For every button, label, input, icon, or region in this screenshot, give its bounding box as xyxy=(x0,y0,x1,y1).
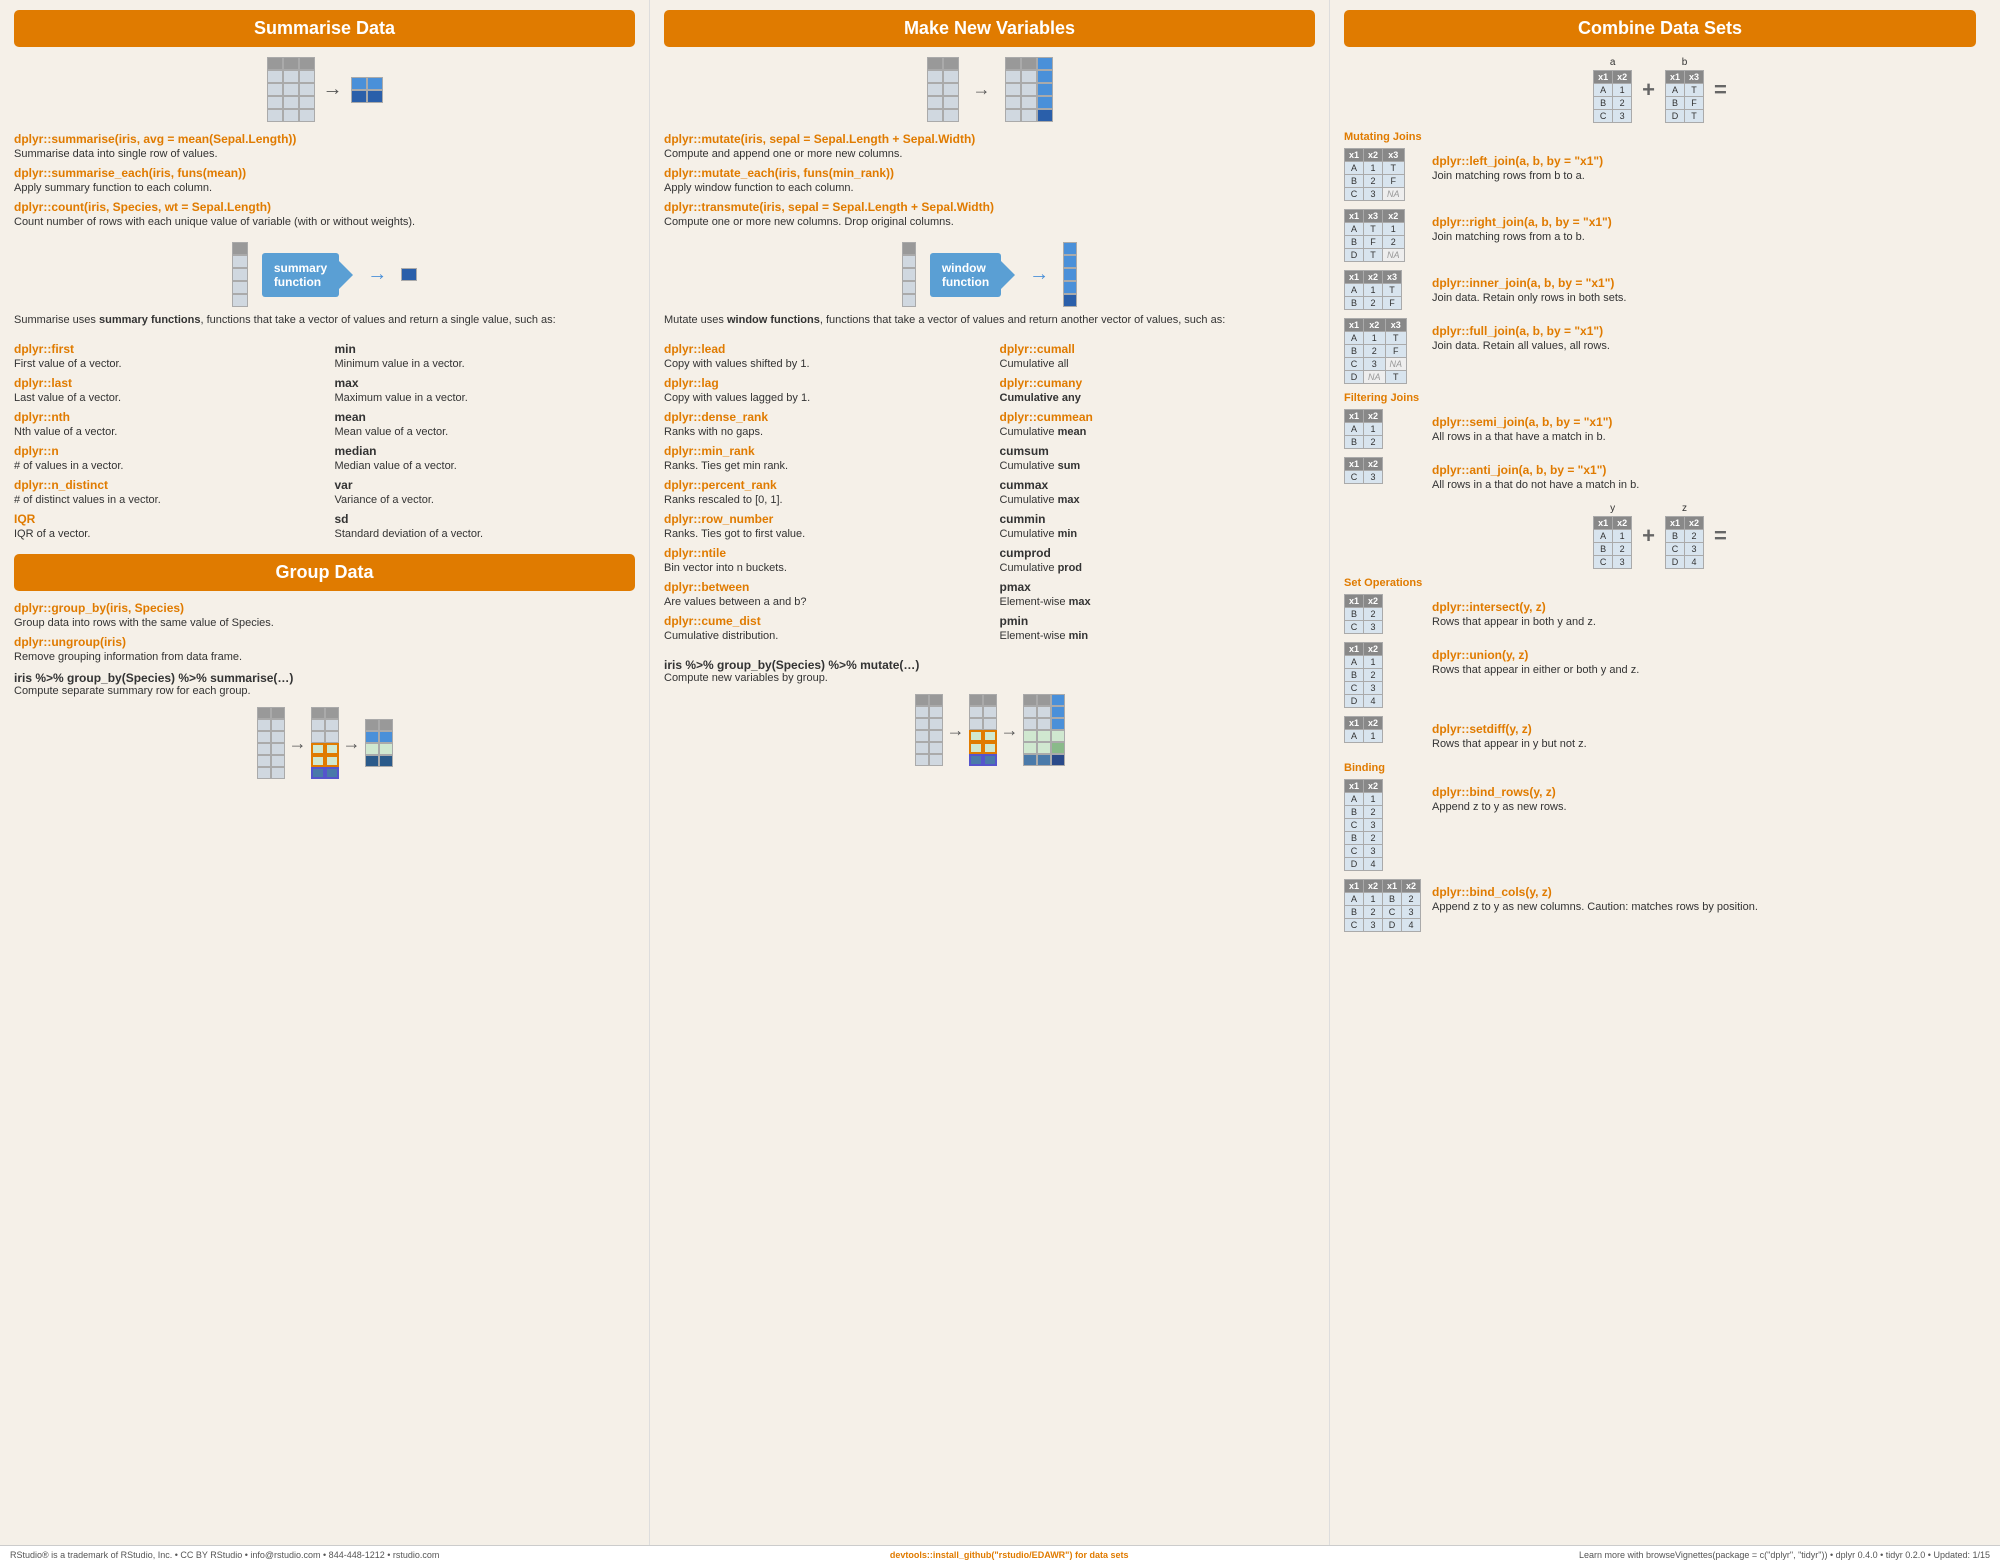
equals-yz-icon: = xyxy=(1714,523,1727,549)
window-func-left: dplyr::lead Copy with values shifted by … xyxy=(664,336,980,646)
footer: RStudio® is a trademark of RStudio, Inc.… xyxy=(0,1545,2000,1564)
summarise-cmd3: dplyr::count(iris, Species, wt = Sepal.L… xyxy=(14,200,635,228)
filtering-joins-label: Filtering Joins xyxy=(1344,392,1976,404)
union-row: x1x2 A1 B2 C3 D4 dplyr::union(y, z) Rows… xyxy=(1344,642,1976,708)
inner-join-row: x1x2x3 A1T B2F dplyr::inner_join(a, b, b… xyxy=(1344,270,1976,310)
window-func-list: dplyr::lead Copy with values shifted by … xyxy=(664,336,1315,646)
summarise-column: Summarise Data → dplyr::summarise(iris, … xyxy=(0,0,650,1545)
intersect-row: x1x2 B2 C3 dplyr::intersect(y, z) Rows t… xyxy=(1344,594,1976,634)
make-new-cmd2: dplyr::mutate_each(iris, funs(min_rank))… xyxy=(664,166,1315,194)
summarise-top-diagram: → xyxy=(14,57,635,122)
yz-diagram: y x1x2 A1 B2 C3 + z x1x2 B2 C3 D4 = xyxy=(1344,503,1976,569)
plus-yz-icon: + xyxy=(1642,523,1655,549)
summary-function-diagram: summaryfunction → xyxy=(14,242,635,307)
full-join-row: x1x2x3 A1T B2F C3NA DNAT dplyr::full_joi… xyxy=(1344,318,1976,384)
table-a: x1x2 A1 B2 C3 xyxy=(1593,70,1632,123)
footer-center: devtools::install_github("rstudio/EDAWR"… xyxy=(890,1550,1129,1560)
right-join-row: x1x3x2 AT1 BF2 DTNA dplyr::right_join(a,… xyxy=(1344,209,1976,262)
setdiff-row: x1x2 A1 dplyr::setdiff(y, z) Rows that a… xyxy=(1344,716,1976,754)
summarise-cmd2: dplyr::summarise_each(iris, funs(mean)) … xyxy=(14,166,635,194)
anti-join-row: x1x2 C3 dplyr::anti_join(a, b, by = "x1"… xyxy=(1344,457,1976,495)
bind-rows-row: x1x2 A1 B2 C3 B2 C3 D4 dplyr::bind_rows(… xyxy=(1344,779,1976,871)
window-function-box: windowfunction xyxy=(930,253,1001,297)
group-diagram: → → xyxy=(14,707,635,779)
make-new-cmd3: dplyr::transmute(iris, sepal = Sepal.Len… xyxy=(664,200,1315,228)
combine-header: Combine Data Sets xyxy=(1344,10,1976,47)
combine-column: Combine Data Sets a x1x2 A1 B2 C3 + b x1… xyxy=(1330,0,1990,1545)
arrow-right-icon: → xyxy=(323,78,343,101)
semi-join-row: x1x2 A1 B2 dplyr::semi_join(a, b, by = "… xyxy=(1344,409,1976,449)
summary-func-list: dplyr::first First value of a vector. dp… xyxy=(14,336,635,544)
group-data-section: Group Data dplyr::group_by(iris, Species… xyxy=(14,554,635,697)
table-b: x1x3 AT BF DT xyxy=(1665,70,1704,123)
group-data-header: Group Data xyxy=(14,554,635,591)
ab-diagram: a x1x2 A1 B2 C3 + b x1x3 AT BF DT = xyxy=(1344,57,1976,123)
group-pipeline: iris %>% group_by(Species) %>% summarise… xyxy=(14,671,635,685)
bind-cols-row: x1x2x1x2 A1B2 B2C3 C3D4 dplyr::bind_cols… xyxy=(1344,879,1976,932)
footer-right: Learn more with browseVignettes(package … xyxy=(1579,1550,1990,1560)
summary-functions-para: Summarise uses summary functions, functi… xyxy=(14,313,635,328)
window-function-diagram: windowfunction → xyxy=(664,242,1315,307)
main-container: Summarise Data → dplyr::summarise(iris, … xyxy=(0,0,2000,1545)
summary-arrow-icon: → xyxy=(367,263,387,286)
summarise-cmd1: dplyr::summarise(iris, avg = mean(Sepal.… xyxy=(14,132,635,160)
plus-icon: + xyxy=(1642,77,1655,103)
window-arrow-icon: → xyxy=(1029,263,1049,286)
make-new-pipeline: iris %>% group_by(Species) %>% mutate(…)… xyxy=(664,658,1315,684)
summary-function-box: summaryfunction xyxy=(262,253,339,297)
set-ops-label: Set Operations xyxy=(1344,577,1976,589)
left-join-row: x1x2x3 A1T B2F C3NA dplyr::left_join(a, … xyxy=(1344,148,1976,201)
make-new-header: Make New Variables xyxy=(664,10,1315,47)
make-new-top-diagram: → xyxy=(664,57,1315,122)
mutating-joins-label: Mutating Joins xyxy=(1344,131,1976,143)
summary-func-left: dplyr::first First value of a vector. dp… xyxy=(14,336,315,544)
make-new-column: Make New Variables → xyxy=(650,0,1330,1545)
binding-label: Binding xyxy=(1344,762,1976,774)
summarise-header: Summarise Data xyxy=(14,10,635,47)
window-func-right: dplyr::cumall Cumulative all dplyr::cuma… xyxy=(1000,336,1316,646)
mutate-diagram: → → xyxy=(664,694,1315,766)
equals-icon: = xyxy=(1714,77,1727,103)
window-functions-para: Mutate uses window functions, functions … xyxy=(664,313,1315,328)
make-new-cmd1: dplyr::mutate(iris, sepal = Sepal.Length… xyxy=(664,132,1315,160)
footer-left: RStudio® is a trademark of RStudio, Inc.… xyxy=(10,1550,439,1560)
summary-func-right: min Minimum value in a vector. max Maxim… xyxy=(335,336,636,544)
